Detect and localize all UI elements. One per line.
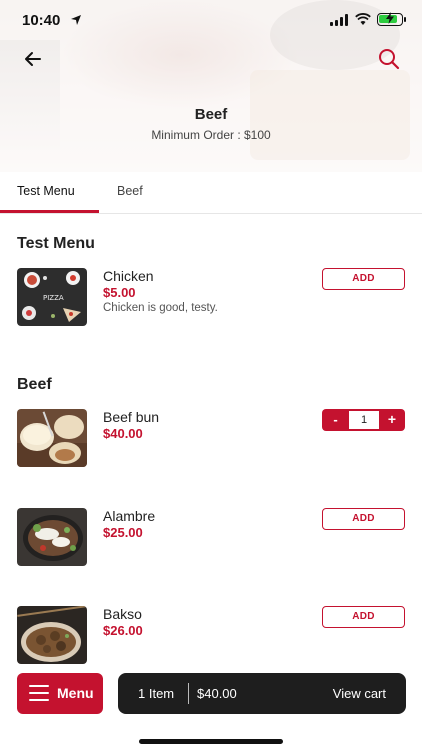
add-button[interactable]: ADD (322, 606, 405, 628)
item-name: Bakso (103, 606, 142, 622)
menu-button-label: Menu (57, 685, 94, 701)
category-tabs: Test Menu Beef (0, 172, 422, 214)
tab-test-menu[interactable]: Test Menu (17, 184, 75, 198)
item-name: Chicken (103, 268, 154, 284)
quantity-value[interactable]: 1 (349, 411, 379, 429)
item-image-beef-bun (17, 409, 87, 467)
menu-item-alambre[interactable]: Alambre $25.00 ADD (0, 508, 422, 568)
wifi-icon (355, 13, 371, 25)
view-cart-button[interactable]: View cart (333, 686, 386, 701)
search-icon[interactable] (376, 46, 402, 72)
svg-text:PIZZA: PIZZA (43, 294, 64, 302)
menu-item-beef-bun[interactable]: Beef bun $40.00 - 1 + (0, 409, 422, 469)
cart-total: $40.00 (197, 686, 237, 701)
location-arrow-icon (71, 15, 81, 25)
item-price: $40.00 (103, 426, 143, 441)
add-button[interactable]: ADD (322, 508, 405, 530)
status-time: 10:40 (22, 12, 61, 29)
menu-item-chicken[interactable]: PIZZA Chicken $5.00 Chicken is good, tes… (0, 268, 422, 328)
cart-divider (188, 683, 189, 704)
item-image-alambre (17, 508, 87, 566)
item-description: Chicken is good, testy. (103, 302, 218, 314)
hamburger-icon (29, 685, 49, 701)
item-price: $5.00 (103, 285, 136, 300)
section-title-test-menu: Test Menu (17, 235, 95, 252)
item-price: $25.00 (103, 525, 143, 540)
menu-item-bakso[interactable]: Bakso $26.00 ADD (0, 606, 422, 666)
section-title-beef: Beef (17, 376, 52, 393)
quantity-stepper: - 1 + (322, 409, 405, 431)
active-tab-indicator (0, 210, 99, 213)
tab-beef[interactable]: Beef (117, 184, 143, 198)
minimum-order-text: Minimum Order : $100 (151, 128, 271, 142)
item-name: Beef bun (103, 409, 160, 425)
cellular-signal-icon (330, 14, 348, 26)
item-name: Alambre (103, 508, 156, 524)
item-image-chicken: PIZZA (17, 268, 87, 326)
decrease-quantity-button[interactable]: - (322, 409, 349, 431)
increase-quantity-button[interactable]: + (379, 409, 405, 431)
item-image-bakso (17, 606, 87, 664)
home-indicator (139, 739, 283, 744)
view-cart-bar[interactable]: 1 Item $40.00 View cart (118, 673, 406, 714)
cart-item-count: 1 Item (138, 686, 175, 701)
add-button[interactable]: ADD (322, 268, 405, 290)
menu-button[interactable]: Menu (17, 673, 103, 714)
store-name: Beef (194, 106, 228, 123)
battery-icon (377, 12, 406, 26)
back-arrow-icon[interactable] (20, 46, 46, 72)
status-bar: 10:40 (0, 0, 422, 42)
item-price: $26.00 (103, 623, 143, 638)
